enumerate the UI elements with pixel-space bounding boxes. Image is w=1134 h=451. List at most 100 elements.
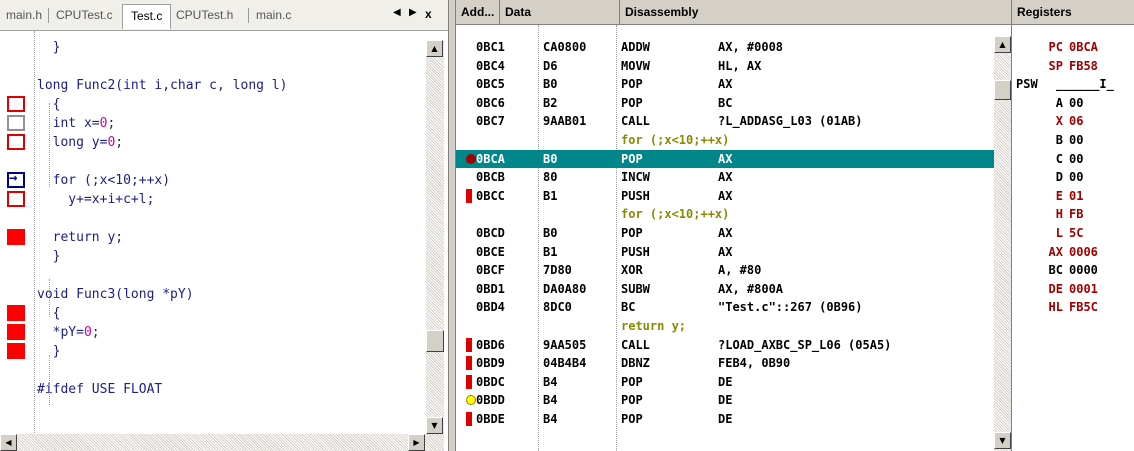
operands: ?LOAD_AXBC_SP_L06 (05A5) (718, 337, 892, 352)
disabled-breakpoint-icon[interactable] (466, 395, 476, 406)
instruction-row[interactable]: 0BCF 7D80 XOR A, #80 (456, 261, 996, 279)
register-value: FB (1069, 207, 1084, 222)
breakpoint-dot-icon[interactable] (466, 153, 476, 164)
tab-test-c[interactable]: Test.c (122, 4, 172, 29)
breakpoint-icon[interactable] (466, 356, 472, 371)
instruction-row[interactable]: 0BCC B1 PUSH AX (456, 187, 996, 205)
scroll-down-icon[interactable]: ▼ (426, 417, 443, 434)
scroll-down-icon[interactable]: ▼ (994, 432, 1011, 449)
current-line-arrow-icon[interactable] (7, 170, 25, 188)
scroll-thumb[interactable] (426, 330, 444, 352)
column-header-address[interactable]: Add... (456, 0, 500, 25)
register-row-e[interactable]: E 01 (1012, 187, 1134, 205)
tab-scroll-left-icon[interactable]: ◀ (393, 7, 401, 18)
instruction-row[interactable]: 0BDE B4 POP DE (456, 410, 996, 428)
scroll-up-icon[interactable]: ▲ (426, 40, 443, 57)
register-row-c[interactable]: C 00 (1012, 150, 1134, 168)
breakpoint-marker[interactable] (7, 324, 25, 340)
code-line[interactable]: for (;x<10;++x) (37, 171, 170, 190)
breakpoint-marker[interactable] (7, 134, 25, 150)
instruction-row[interactable]: 0BD4 8DC0 BC "Test.c"::267 (0B96) (456, 298, 996, 316)
register-row-bc[interactable]: BC 0000 (1012, 261, 1134, 279)
register-row-x[interactable]: X 06 (1012, 112, 1134, 130)
code-line[interactable]: y+=x+i+c+l; (37, 190, 154, 209)
current-instruction-row[interactable]: 0BCA B0 POP AX (456, 149, 996, 168)
code-line[interactable]: } (37, 38, 61, 57)
instruction-row[interactable]: 0BC6 B2 POP BC (456, 94, 996, 112)
tab-cputest-c[interactable]: CPUTest.c (56, 8, 113, 22)
code-line[interactable]: #ifdef USE FLOAT (37, 380, 162, 399)
register-row-h[interactable]: H FB (1012, 205, 1134, 223)
breakpoint-icon[interactable] (466, 337, 472, 352)
breakpoint-marker[interactable] (7, 115, 25, 131)
register-row-sp[interactable]: SP FB58 (1012, 57, 1134, 75)
register-row-psw[interactable]: PSW ______I_ (1012, 75, 1134, 93)
breakpoint-marker[interactable] (7, 191, 25, 207)
code-line[interactable]: *pY=0; (37, 323, 100, 342)
breakpoint-marker[interactable] (7, 229, 25, 245)
register-value: 00 (1069, 151, 1084, 166)
tab-divider (248, 8, 249, 23)
operands: AX, #800A (718, 281, 784, 296)
opcode-bytes: B1 (543, 244, 558, 259)
disassembly-vertical-scrollbar[interactable]: ▲ ▼ (994, 36, 1011, 451)
instruction-row[interactable]: 0BCE B1 PUSH AX (456, 243, 996, 261)
instruction-row[interactable]: 0BDC B4 POP DE (456, 373, 996, 391)
scroll-right-icon[interactable]: ▶ (408, 434, 425, 451)
source-line-row[interactable]: for (;x<10;++x) (456, 205, 996, 223)
instruction-row[interactable]: 0BDD B4 POP DE (456, 391, 996, 409)
close-tab-icon[interactable]: x (425, 7, 432, 21)
breakpoint-marker[interactable] (7, 343, 25, 359)
code-line[interactable]: long Func2(int i,char c, long l) (37, 76, 287, 95)
operands: HL, AX (718, 58, 762, 73)
editor-horizontal-scrollbar[interactable]: ◀ ▶ (0, 434, 444, 451)
scroll-up-icon[interactable]: ▲ (994, 36, 1011, 53)
mnemonic: POP (621, 95, 643, 110)
register-name: DE (1048, 281, 1063, 296)
register-row-b[interactable]: B 00 (1012, 131, 1134, 149)
opcode-bytes: D6 (543, 58, 558, 73)
breakpoint-marker[interactable] (7, 96, 25, 112)
register-row-ax[interactable]: AX 0006 (1012, 243, 1134, 261)
instruction-row[interactable]: 0BD6 9AA505 CALL ?LOAD_AXBC_SP_L06 (05A5) (456, 336, 996, 354)
register-row-l[interactable]: L 5C (1012, 224, 1134, 242)
source-line-row[interactable]: return y; (456, 317, 996, 335)
register-row-hl[interactable]: HL FB5C (1012, 298, 1134, 316)
scroll-thumb[interactable] (994, 80, 1011, 100)
operands: AX, #0008 (718, 40, 784, 54)
code-line[interactable]: } (37, 247, 61, 266)
instruction-row[interactable]: 0BCD B0 POP AX (456, 224, 996, 242)
instruction-row[interactable]: 0BC5 B0 POP AX (456, 75, 996, 93)
breakpoint-icon[interactable] (466, 374, 472, 389)
breakpoint-gutter[interactable] (0, 31, 32, 435)
register-row-pc[interactable]: PC 0BCA (1012, 38, 1134, 56)
breakpoint-icon[interactable] (466, 412, 472, 426)
register-row-a[interactable]: A 00 (1012, 94, 1134, 112)
tab-main-h[interactable]: main.h (6, 8, 42, 22)
opcode-bytes: B1 (543, 188, 558, 203)
instruction-row[interactable]: 0BC4 D6 MOVW HL, AX (456, 57, 996, 75)
tab-cputest-h[interactable]: CPUTest.h (176, 8, 233, 22)
tab-main-c[interactable]: main.c (256, 8, 291, 22)
code-line[interactable]: return y; (37, 228, 123, 247)
code-area[interactable]: } long Func2(int i,char c, long l) { int … (34, 31, 427, 435)
breakpoint-marker[interactable] (7, 305, 25, 321)
instruction-row[interactable]: 0BC7 9AAB01 CALL ?L_ADDASG_L03 (01AB) (456, 112, 996, 130)
register-row-d[interactable]: D 00 (1012, 168, 1134, 186)
tab-scroll-right-icon[interactable]: ▶ (409, 7, 417, 18)
column-header-data[interactable]: Data (500, 0, 620, 25)
breakpoint-icon[interactable] (466, 188, 472, 203)
instruction-row[interactable]: 0BCB 80 INCW AX (456, 168, 996, 186)
mnemonic: PUSH (621, 188, 650, 203)
register-row-de[interactable]: DE 0001 (1012, 280, 1134, 298)
editor-vertical-scrollbar[interactable]: ▲ ▼ (426, 40, 444, 434)
opcode-bytes: 04B4B4 (543, 356, 587, 371)
column-header-disassembly[interactable]: Disassembly (620, 0, 1011, 25)
instruction-row[interactable]: 0BC1 CA0800 ADDW AX, #0008 (456, 38, 996, 56)
scroll-left-icon[interactable]: ◀ (0, 434, 17, 451)
source-line-row[interactable]: for (;x<10;++x) (456, 131, 996, 149)
code-line[interactable]: void Func3(long *pY) (37, 285, 194, 304)
fold-guide (49, 103, 51, 187)
instruction-row[interactable]: 0BD9 04B4B4 DBNZ FEB4, 0B90 (456, 354, 996, 372)
instruction-row[interactable]: 0BD1 DA0A80 SUBW AX, #800A (456, 280, 996, 298)
